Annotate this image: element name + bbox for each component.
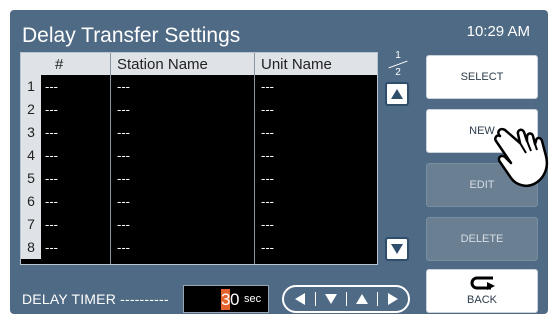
delay-digit-ones: 0 [230, 290, 240, 309]
table-row[interactable]: 5 --- --- --- [21, 167, 377, 190]
cell-unit-name: --- [261, 217, 274, 232]
cell-station-name: --- [117, 240, 130, 255]
table-row[interactable]: 6 --- --- --- [21, 190, 377, 213]
cell-unit-name: --- [261, 79, 274, 94]
cell-station-name: --- [117, 79, 130, 94]
page-title: Delay Transfer Settings [22, 24, 241, 47]
cell-id: --- [45, 148, 58, 163]
nav-up-icon [355, 294, 368, 304]
cell-id: --- [45, 79, 58, 94]
scroll-down-icon [391, 244, 403, 254]
column-header-number: # [55, 56, 64, 73]
delay-timer-label: DELAY TIMER ---------- [22, 291, 169, 307]
column-divider [110, 53, 111, 264]
clock: 10:29 AM [466, 23, 530, 40]
table-row[interactable]: 3 --- --- --- [21, 121, 377, 144]
table-row[interactable]: 8 --- --- --- [21, 236, 377, 259]
pointing-hand-icon [494, 127, 549, 187]
delay-timer-display[interactable]: 3 0 sec [183, 285, 269, 313]
cell-id: --- [45, 125, 58, 140]
row-number: 3 [21, 121, 41, 144]
delay-unit: sec [244, 293, 262, 305]
row-number: 1 [21, 75, 41, 98]
cell-station-name: --- [117, 194, 130, 209]
cell-unit-name: --- [261, 240, 274, 255]
cell-station-name: --- [117, 125, 130, 140]
page-current: 1 [395, 50, 401, 61]
column-header-station-name: Station Name [117, 56, 208, 73]
nav-right-button[interactable] [377, 287, 408, 311]
cell-unit-name: --- [261, 102, 274, 117]
cell-station-name: --- [117, 148, 130, 163]
cell-station-name: --- [117, 171, 130, 186]
nav-down-icon [324, 294, 337, 304]
delay-digit-tens: 3 [221, 289, 231, 310]
nav-down-button[interactable] [315, 287, 346, 311]
cell-unit-name: --- [261, 148, 274, 163]
cell-unit-name: --- [261, 194, 274, 209]
back-button-label: BACK [467, 294, 497, 306]
page-total: 2 [395, 67, 401, 78]
row-number: 8 [21, 236, 41, 259]
nav-right-icon [387, 293, 398, 305]
cell-id: --- [45, 217, 58, 232]
nav-left-icon [294, 293, 305, 305]
page-indicator: 1 2 [386, 50, 410, 79]
row-number: 5 [21, 167, 41, 190]
column-header-unit-name: Unit Name [261, 56, 332, 73]
scroll-down-button[interactable] [385, 237, 409, 261]
cursor-control [282, 285, 410, 313]
cell-id: --- [45, 194, 58, 209]
transfer-table: # Station Name Unit Name 1 --- --- --- 2… [20, 52, 378, 265]
back-button[interactable]: BACK [426, 269, 538, 313]
cell-id: --- [45, 171, 58, 186]
cell-unit-name: --- [261, 125, 274, 140]
delay-transfer-screen: Delay Transfer Settings 10:29 AM # Stati… [10, 10, 548, 314]
select-button[interactable]: SELECT [426, 55, 538, 99]
table-row[interactable]: 4 --- --- --- [21, 144, 377, 167]
column-divider [254, 53, 255, 264]
table-row[interactable]: 1 --- --- --- [21, 75, 377, 98]
cell-unit-name: --- [261, 171, 274, 186]
row-number: 7 [21, 213, 41, 236]
row-number: 4 [21, 144, 41, 167]
nav-left-button[interactable] [284, 287, 315, 311]
table-row[interactable]: 2 --- --- --- [21, 98, 377, 121]
cell-id: --- [45, 240, 58, 255]
cell-station-name: --- [117, 102, 130, 117]
cell-station-name: --- [117, 217, 130, 232]
cell-id: --- [45, 102, 58, 117]
scroll-up-button[interactable] [385, 82, 409, 106]
nav-up-button[interactable] [346, 287, 377, 311]
scroll-up-icon [391, 89, 403, 99]
row-number: 6 [21, 190, 41, 213]
delete-button[interactable]: DELETE [426, 217, 538, 261]
table-row[interactable]: 7 --- --- --- [21, 213, 377, 236]
table-header: # Station Name Unit Name [21, 53, 377, 75]
back-arrow-icon [470, 276, 495, 290]
row-number: 2 [21, 98, 41, 121]
